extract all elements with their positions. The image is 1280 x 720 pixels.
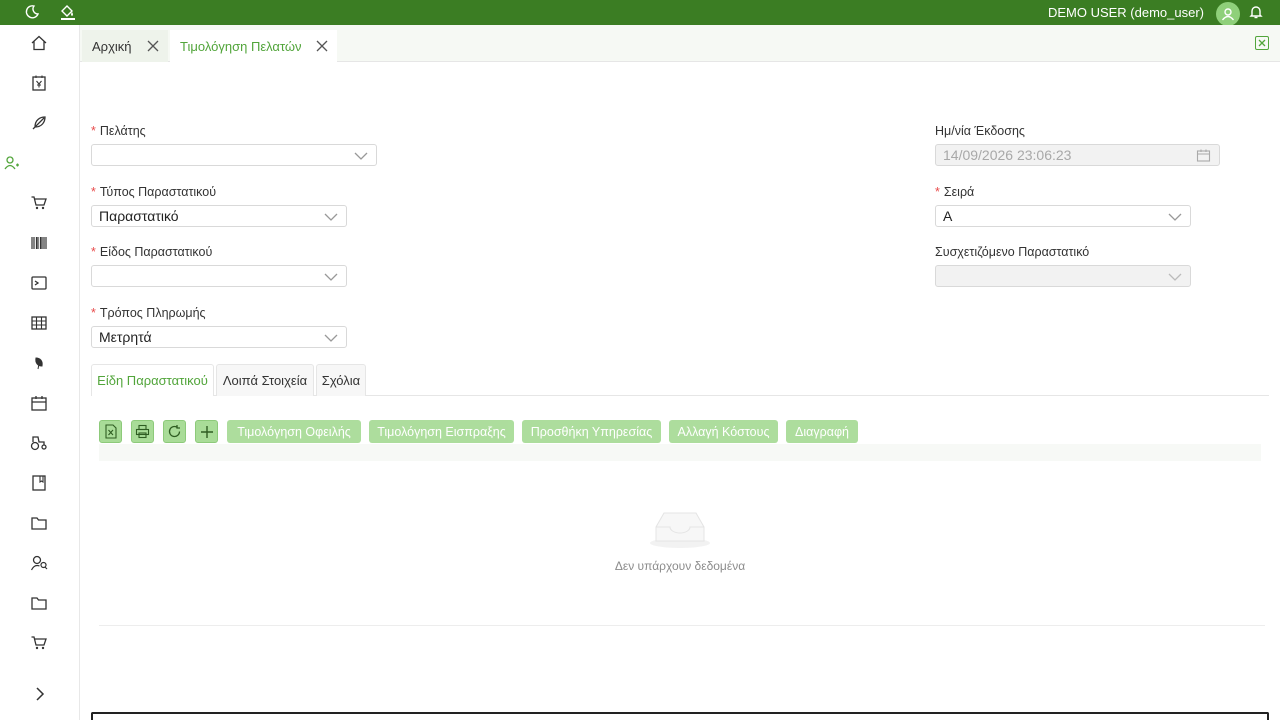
payment-label: * Τρόπος Πληρωμής [91,306,206,320]
payment-select[interactable]: Μετρητά [91,326,347,348]
delete-button[interactable]: Διαγραφή [786,420,858,443]
excel-export-icon [104,424,117,439]
doc-type-select[interactable]: Παραστατικό [91,205,347,227]
sidebar-item-leaf[interactable] [29,353,49,373]
sidebar-item-book[interactable] [29,473,49,493]
top-bar: DEMO USER (demo_user) [0,0,1280,26]
cart-icon [31,196,47,210]
change-cost-button[interactable]: Αλλαγή Κόστους [669,420,778,443]
issue-date-value: 14/09/2026 23:06:23 [943,147,1072,163]
table-icon [31,316,47,330]
close-icon[interactable] [315,39,329,53]
sidebar-item-folder-2[interactable] [29,593,49,613]
cart-icon [31,636,47,650]
calendar-icon [1196,149,1211,162]
empty-state [600,505,760,552]
sidebar-item-invoices[interactable] [29,73,49,93]
tab-other-details[interactable]: Λοιπά Στοιχεία [216,364,314,396]
bell-icon[interactable] [1247,3,1265,21]
folder-icon [31,597,47,610]
series-label: * Σειρά [935,185,975,199]
empty-text: Δεν υπάρχουν δεδομένα [614,559,746,573]
chevron-down-icon [1168,213,1182,221]
related-doc-select [935,265,1191,287]
plus-icon [200,425,213,438]
tab-label: Αρχική [92,38,132,54]
issue-date-label: Ημ/νία Έκδοσης [935,124,1025,138]
sidebar-item-terminal[interactable] [29,273,49,293]
invoice-debt-button[interactable]: Τιμολόγηση Οφειλής [227,420,361,443]
sidebar-item-home[interactable] [29,33,49,53]
chevron-down-icon [324,273,338,281]
avatar-icon[interactable] [1216,2,1240,26]
related-doc-label: Συσχετιζόμενο Παραστατικό [935,245,1090,259]
sidebar-item-cart[interactable] [29,193,49,213]
tab-comments[interactable]: Σχόλια [316,364,366,396]
sidebar [0,25,80,720]
grid-divider [99,625,1265,626]
series-select[interactable]: A [935,205,1191,227]
tab-bar: Αρχική Τιμολόγηση Πελατών [80,25,1280,62]
tractor-icon [30,436,47,451]
chevron-down-icon [1168,273,1182,281]
print-button[interactable] [131,420,154,443]
refresh-button[interactable] [163,420,186,443]
doc-type-value: Παραστατικό [99,208,179,224]
sidebar-item-user-search[interactable] [29,553,49,573]
calendar-icon [31,396,47,411]
feather-icon [32,116,46,130]
detail-tabs: Είδη Παραστατικού Λοιπά Στοιχεία Σχόλια [91,364,1269,396]
terminal-icon [31,276,47,290]
sidebar-item-feather[interactable] [29,113,49,133]
grid-header [99,444,1261,461]
add-button[interactable] [195,420,218,443]
moon-icon[interactable] [23,3,41,21]
leaf-icon [35,357,43,370]
user-name[interactable]: DEMO USER (demo_user) [1048,5,1204,20]
chevron-down-icon [324,213,338,221]
sidebar-item-calendar[interactable] [29,393,49,413]
series-value: A [943,208,953,224]
tab-document-items[interactable]: Είδη Παραστατικού [91,364,214,396]
sidebar-item-customers[interactable] [2,153,22,173]
tab-label: Τιμολόγηση Πελατών [180,38,302,54]
sidebar-expand-button[interactable] [31,685,49,703]
tab-customer-invoicing[interactable]: Τιμολόγηση Πελατών [170,30,337,62]
empty-inbox-icon [650,512,710,548]
print-icon [135,424,150,439]
chevron-right-icon [36,687,45,701]
payment-value: Μετρητά [99,329,152,345]
excel-icon[interactable] [1255,36,1269,50]
barcode-icon [31,237,47,249]
book-icon [32,475,46,491]
folder-icon [31,517,47,530]
sidebar-item-barcode[interactable] [29,233,49,253]
home-icon [31,35,47,51]
doc-kind-label: * Είδος Παραστατικού [91,245,213,259]
issue-date-input: 14/09/2026 23:06:23 [935,144,1220,166]
doc-kind-select[interactable] [91,265,347,287]
sidebar-item-cart-2[interactable] [29,633,49,653]
customer-select[interactable] [91,144,377,166]
add-service-button[interactable]: Προσθήκη Υπηρεσίας [522,420,661,443]
invoice-yen-icon [32,75,46,91]
sidebar-item-table[interactable] [29,313,49,333]
close-icon[interactable] [146,39,160,53]
user-search-icon [30,555,48,571]
bottom-panel [91,712,1269,720]
sidebar-item-tractor[interactable] [29,433,49,453]
user-plus-icon [4,156,19,170]
chevron-down-icon [324,334,338,342]
chevron-down-icon [354,152,368,160]
tab-home[interactable]: Αρχική [82,30,168,62]
invoice-receipt-button[interactable]: Τιμολόγηση Εισπραξης [369,420,514,443]
doc-type-label: * Τύπος Παραστατικού [91,185,217,199]
sidebar-item-folder[interactable] [29,513,49,533]
excel-export-button[interactable] [99,420,122,443]
refresh-icon [168,425,181,438]
customer-label: * Πελάτης [91,124,146,138]
paint-bucket-icon[interactable] [59,3,77,21]
